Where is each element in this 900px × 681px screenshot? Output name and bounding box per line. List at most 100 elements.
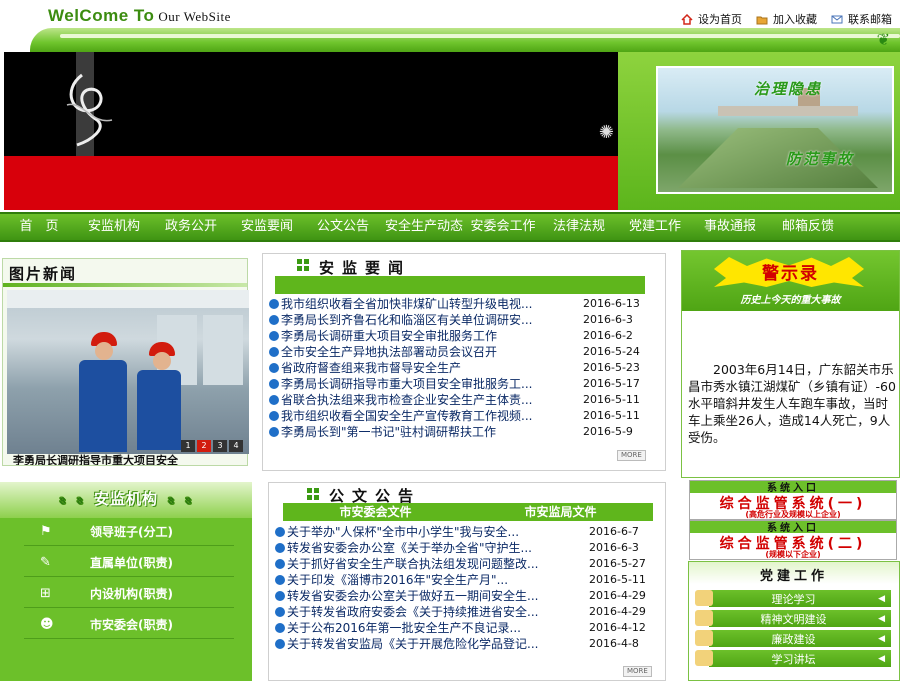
notice-item-title[interactable]: 关于印发《淄博市2016年"安全生产月"...	[287, 572, 577, 588]
party-item-label: 廉政建设	[771, 632, 816, 646]
agency-item-label: 领导班子(分工)	[90, 525, 173, 539]
news-item[interactable]: 李勇局长到"第一书记"驻村调研帮扶工作 2016-5-9	[269, 424, 649, 440]
news-title-bar	[275, 276, 645, 294]
notice-item-title[interactable]: 关于转发省政府安委会《关于持续推进省安全...	[287, 604, 577, 620]
top-links: 设为首页 加入收藏 联系邮箱	[681, 11, 892, 27]
news-item[interactable]: 李勇局长到齐鲁石化和临淄区有关单位调研安... 2016-6-3	[269, 312, 649, 328]
alarm-title: 警示录	[762, 264, 819, 284]
system-entry-2[interactable]: 系统入口 综合监管系统(二) (规模以下企业)	[689, 520, 897, 560]
news-item[interactable]: 李勇局长调研指导市重大项目安全审批服务工... 2016-5-17	[269, 376, 649, 392]
news-item-title[interactable]: 李勇局长到"第一书记"驻村调研帮扶工作	[281, 424, 571, 440]
notices-more-button[interactable]: MORE	[623, 666, 652, 677]
set-homepage-label: 设为首页	[698, 13, 742, 26]
party-work-title: 党建工作	[759, 569, 828, 584]
news-item-title[interactable]: 李勇局长调研指导市重大项目安全审批服务工...	[281, 376, 571, 392]
news-item-title[interactable]: 我市组织收看全国安全生产宣传教育工作视频...	[281, 408, 571, 424]
bullet-icon	[275, 559, 285, 569]
ceiling	[7, 290, 249, 308]
notice-item[interactable]: 关于印发《淄博市2016年"安全生产月"... 2016-5-11	[275, 572, 655, 588]
news-item-title[interactable]: 省政府督查组来我市督导安全生产	[281, 360, 571, 376]
agency-panel: 8 8 安监机构 8 8 ⚑ 领导班子(分工) ✎ 直属单位(职责) ⊞ 内设机构(…	[0, 482, 252, 681]
nav-committee-work[interactable]: 安委会工作	[464, 214, 542, 240]
notice-item-title[interactable]: 转发省安委会办公室关于做好五一期间安全生...	[287, 588, 577, 604]
pager-3[interactable]: 3	[213, 440, 227, 452]
tab-bureau-docs[interactable]: 市安监局文件	[468, 503, 653, 521]
book-icon	[695, 650, 713, 666]
pager-2[interactable]: 2	[197, 440, 211, 452]
news-item-date: 2016-5-17	[583, 377, 640, 390]
news-more-button[interactable]: MORE	[617, 450, 646, 461]
notice-item-title[interactable]: 转发省安委会办公室《关于举办全省"守护生...	[287, 540, 577, 556]
notice-item[interactable]: 转发省安委会办公室《关于举办全省"守护生... 2016-6-3	[275, 540, 655, 556]
grid-icon	[307, 488, 319, 500]
news-item[interactable]: 省联合执法组来我市检查企业安全生产主体责... 2016-5-11	[269, 392, 649, 408]
party-item-theory[interactable]: 理论学习 ◀	[695, 590, 891, 607]
photo-news-image[interactable]	[7, 290, 249, 454]
news-item-title[interactable]: 省联合执法组来我市检查企业安全生产主体责...	[281, 392, 571, 408]
pager-4[interactable]: 4	[229, 440, 243, 452]
set-homepage-link[interactable]: 设为首页	[681, 11, 742, 27]
party-item-civilization[interactable]: 精神文明建设 ◀	[695, 610, 891, 627]
pen-icon: ✎	[40, 554, 51, 570]
mail-icon	[831, 15, 843, 23]
notice-item[interactable]: 关于抓好省安全生产联合执法组发现问题整改... 2016-5-27	[275, 556, 655, 572]
arrow-left-icon: ◀	[878, 633, 885, 644]
alarm-text: 2003年6月14日，广东韶关市乐昌市秀水镇江湖煤矿（乡镇有证）-60水平暗斜井…	[688, 362, 896, 445]
nav-laws[interactable]: 法律法规	[542, 214, 616, 240]
window	[203, 315, 243, 385]
notice-item-title[interactable]: 关于公布2016年第一批安全生产不良记录...	[287, 620, 577, 636]
news-item-date: 2016-5-11	[583, 393, 640, 406]
nav-agency[interactable]: 安监机构	[78, 214, 150, 240]
news-item[interactable]: 省政府督查组来我市督导安全生产 2016-5-23	[269, 360, 649, 376]
news-item[interactable]: 我市组织收看全国安全生产宣传教育工作视频... 2016-5-11	[269, 408, 649, 424]
photo-news-pager: 1 2 3 4	[181, 440, 243, 452]
notice-item-title[interactable]: 关于转发省安监局《关于开展危险化学品登记...	[287, 636, 577, 652]
notice-item-title[interactable]: 关于抓好省安全生产联合执法组发现问题整改...	[287, 556, 577, 572]
nav-safety-dynamics[interactable]: 安全生产动态	[384, 214, 464, 240]
tab-committee-docs[interactable]: 市安委会文件	[283, 503, 468, 521]
nav-party-work[interactable]: 党建工作	[616, 214, 694, 240]
header-swoosh-highlight	[60, 34, 900, 38]
swirl-graphic	[66, 73, 113, 147]
system-entry-1[interactable]: 系统入口 综合监管系统(一) (高危行业及规模以上企业)	[689, 480, 897, 520]
notice-item[interactable]: 转发省安委会办公室关于做好五一期间安全生... 2016-4-29	[275, 588, 655, 604]
party-item-integrity[interactable]: 廉政建设 ◀	[695, 630, 891, 647]
news-title: 安监要闻	[319, 259, 412, 277]
news-item-title[interactable]: 全市安全生产异地执法部署动员会议召开	[281, 344, 571, 360]
photo-news-panel: 图片新闻 1 2 3 4 李勇局长调研指导市重大项目安全	[2, 258, 249, 466]
news-item-title[interactable]: 李勇局长到齐鲁石化和临淄区有关单位调研安...	[281, 312, 571, 328]
nav-government-affairs[interactable]: 政务公开	[150, 214, 232, 240]
banner-city-photo: 治理隐患 防范事故	[656, 66, 894, 194]
news-item[interactable]: 李勇局长调研重大项目安全审批服务工作 2016-6-2	[269, 328, 649, 344]
agency-title: 安监机构	[93, 490, 158, 508]
photo-news-underline	[3, 283, 247, 287]
news-item-date: 2016-5-11	[583, 409, 640, 422]
contact-email-link[interactable]: 联系邮箱	[831, 11, 892, 27]
nav-home[interactable]: 首 页	[0, 214, 78, 240]
agency-item-internal[interactable]: ⊞ 内设机构(职责)	[24, 580, 234, 608]
news-item-date: 2016-5-23	[583, 361, 640, 374]
agency-item-leadership[interactable]: ⚑ 领导班子(分工)	[24, 518, 234, 546]
notice-item[interactable]: 关于转发省安监局《关于开展危险化学品登记... 2016-4-8	[275, 636, 655, 652]
notice-item[interactable]: 关于转发省政府安委会《关于持续推进省安全... 2016-4-29	[275, 604, 655, 620]
bullet-icon	[275, 527, 285, 537]
pager-1[interactable]: 1	[181, 440, 195, 452]
nav-mail-feedback[interactable]: 邮箱反馈	[766, 214, 850, 240]
agency-item-direct-units[interactable]: ✎ 直属单位(职责)	[24, 549, 234, 577]
news-item[interactable]: 全市安全生产异地执法部署动员会议召开 2016-5-24	[269, 344, 649, 360]
news-item-title[interactable]: 李勇局长调研重大项目安全审批服务工作	[281, 328, 571, 344]
party-item-forum[interactable]: 学习讲坛 ◀	[695, 650, 891, 667]
news-item-title[interactable]: 我市组织收看全省加快非煤矿山转型升级电视...	[281, 296, 571, 312]
nav-accident-report[interactable]: 事故通报	[694, 214, 766, 240]
notice-item[interactable]: 关于举办"人保杯"全市中小学生"我与安全... 2016-6-7	[275, 524, 655, 540]
news-item[interactable]: 我市组织收看全省加快非煤矿山转型升级电视... 2016-6-13	[269, 296, 649, 312]
notice-item-title[interactable]: 关于举办"人保杯"全市中小学生"我与安全...	[287, 524, 577, 540]
photo-news-caption[interactable]: 李勇局长调研指导市重大项目安全	[13, 453, 247, 465]
add-favorite-link[interactable]: 加入收藏	[756, 11, 817, 27]
city-skyline	[718, 106, 858, 116]
sprout-icon: ❦	[876, 30, 890, 49]
nav-notices[interactable]: 公文公告	[302, 214, 384, 240]
nav-news[interactable]: 安监要闻	[232, 214, 302, 240]
notice-item[interactable]: 关于公布2016年第一批安全生产不良记录... 2016-4-12	[275, 620, 655, 636]
agency-item-committee[interactable]: ☻ 市安委会(职责)	[24, 611, 234, 639]
